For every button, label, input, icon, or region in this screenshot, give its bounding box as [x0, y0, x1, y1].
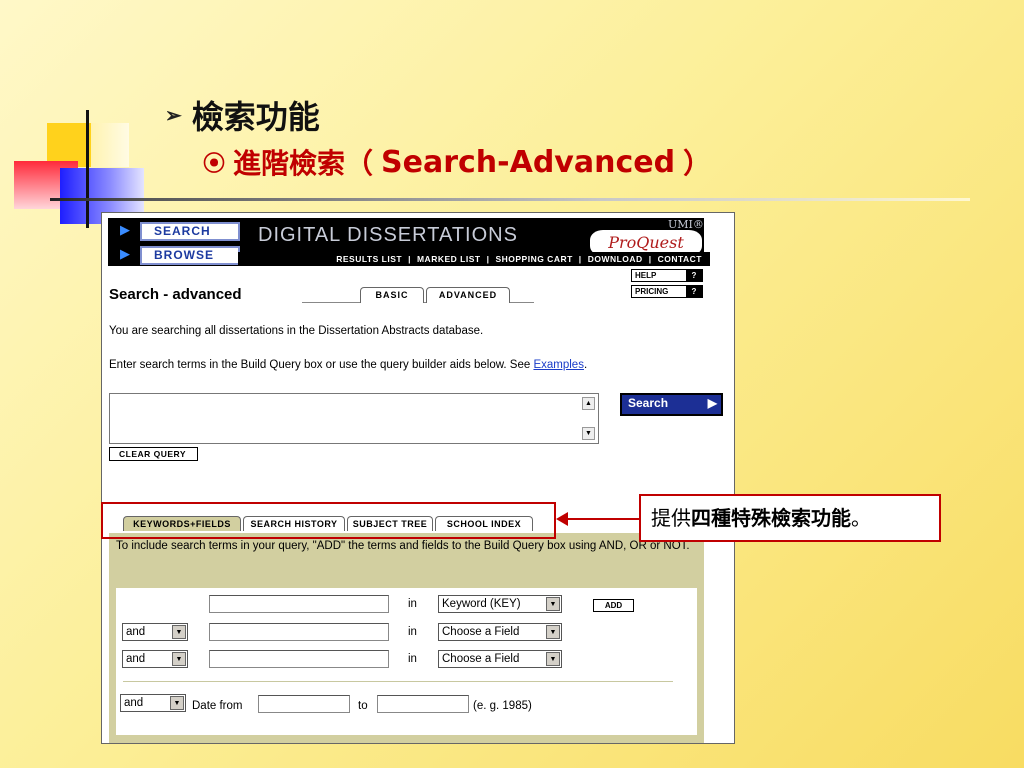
- pricing-button[interactable]: PRICING ?: [631, 285, 703, 298]
- slide-heading: ➢ 檢索功能: [165, 92, 320, 138]
- scroll-down-icon[interactable]: ▼: [582, 427, 595, 440]
- date-to-label: to: [358, 700, 368, 712]
- in-label: in: [408, 598, 417, 610]
- chevron-down-icon: ▼: [546, 597, 560, 611]
- in-label: in: [408, 626, 417, 638]
- help-button[interactable]: HELP ?: [631, 269, 703, 282]
- search-term-input-2[interactable]: [209, 623, 389, 641]
- nav-browse-button[interactable]: ▶ BROWSE: [114, 244, 240, 266]
- top-menu: RESULTS LIST | MARKED LIST | SHOPPING CA…: [238, 252, 710, 266]
- play-icon: ▶: [707, 396, 717, 410]
- operator-select-3[interactable]: and ▼: [122, 650, 188, 668]
- mode-tabs: BASIC ADVANCED: [302, 287, 534, 303]
- builder-form: in Keyword (KEY) ▼ ADD and ▼ in Choose a F…: [116, 588, 697, 735]
- date-example-text: (e. g. 1985): [473, 700, 532, 712]
- search-button[interactable]: Search ▶: [620, 393, 723, 416]
- menu-separator: |: [408, 254, 411, 264]
- chevron-down-icon: ▼: [170, 696, 184, 710]
- deco-horizontal-line: [50, 198, 970, 201]
- callout-box: 提供四種特殊檢索功能。: [639, 494, 941, 542]
- build-query-textarea[interactable]: ▲ ▼: [109, 393, 599, 444]
- menu-marked-list[interactable]: MARKED LIST: [417, 254, 481, 264]
- question-icon: ?: [686, 286, 702, 297]
- menu-separator: |: [578, 254, 582, 264]
- chevron-down-icon: ▼: [546, 625, 560, 639]
- subheading-close: ）: [683, 147, 712, 180]
- chevron-down-icon: ▼: [546, 652, 560, 666]
- divider: [123, 681, 673, 682]
- arrow-bullet-icon: ➢: [165, 103, 182, 127]
- site-title: DIGITAL DISSERTATIONS: [258, 224, 518, 246]
- instructions-text: Enter search terms in the Build Query bo…: [109, 359, 588, 371]
- deco-vertical-line: [86, 110, 89, 228]
- menu-separator: |: [648, 254, 652, 264]
- callout-suffix: 。: [851, 506, 871, 530]
- highlight-box: [101, 502, 556, 539]
- slide-subheading: ⦿ 進階檢索（ Search-Advanced）: [203, 142, 711, 182]
- in-label: in: [408, 653, 417, 665]
- page-title: Search - advanced: [109, 286, 242, 303]
- examples-link[interactable]: Examples: [533, 359, 584, 371]
- umi-logo: UMI®: [668, 218, 704, 231]
- search-term-input-3[interactable]: [209, 650, 389, 668]
- intro-text: You are searching all dissertations in t…: [109, 325, 484, 337]
- circle-bullet-icon: ⦿: [203, 152, 226, 177]
- deco-light-square: [91, 123, 129, 167]
- query-builder-panel: To include search terms in your query, "…: [109, 533, 704, 743]
- subheading-zh: 進階檢索（: [233, 147, 374, 180]
- subheading-en: Search-Advanced: [381, 144, 676, 180]
- play-icon: ▶: [120, 246, 130, 261]
- chevron-down-icon: ▼: [172, 652, 186, 666]
- menu-download[interactable]: DOWNLOAD: [588, 254, 643, 264]
- menu-contact[interactable]: CONTACT: [658, 254, 702, 264]
- scroll-up-icon[interactable]: ▲: [582, 397, 595, 410]
- date-from-input[interactable]: [258, 695, 350, 713]
- menu-shopping-cart[interactable]: SHOPPING CART: [495, 254, 572, 264]
- site-header: ▶ SEARCH ▶ BROWSE DIGITAL DISSERTATIONS …: [108, 218, 710, 266]
- date-to-input[interactable]: [377, 695, 469, 713]
- arrow-left-icon: [556, 512, 568, 526]
- heading-text: 檢索功能: [191, 98, 320, 136]
- callout-prefix: 提供: [651, 506, 691, 530]
- clear-query-button[interactable]: CLEAR QUERY: [109, 447, 198, 461]
- operator-select-2[interactable]: and ▼: [122, 623, 188, 641]
- menu-separator: |: [486, 254, 490, 264]
- nav-search-button[interactable]: ▶ SEARCH: [114, 220, 240, 242]
- field-select-1[interactable]: Keyword (KEY) ▼: [438, 595, 562, 613]
- callout-arrow-line: [566, 518, 639, 520]
- menu-results-list[interactable]: RESULTS LIST: [336, 254, 402, 264]
- chevron-down-icon: ▼: [172, 625, 186, 639]
- search-term-input-1[interactable]: [209, 595, 389, 613]
- question-icon: ?: [686, 270, 702, 281]
- field-select-3[interactable]: Choose a Field ▼: [438, 650, 562, 668]
- proquest-screenshot: ▶ SEARCH ▶ BROWSE DIGITAL DISSERTATIONS …: [101, 212, 735, 744]
- field-select-2[interactable]: Choose a Field ▼: [438, 623, 562, 641]
- date-operator-select[interactable]: and ▼: [120, 694, 186, 712]
- add-button[interactable]: ADD: [593, 599, 634, 612]
- play-icon: ▶: [120, 222, 130, 237]
- callout-bold: 四種特殊檢索功能: [691, 506, 851, 530]
- builder-instructions: To include search terms in your query, "…: [116, 540, 690, 552]
- tab-advanced[interactable]: ADVANCED: [426, 287, 510, 303]
- date-from-label: Date from: [192, 700, 243, 712]
- tab-basic[interactable]: BASIC: [360, 287, 424, 303]
